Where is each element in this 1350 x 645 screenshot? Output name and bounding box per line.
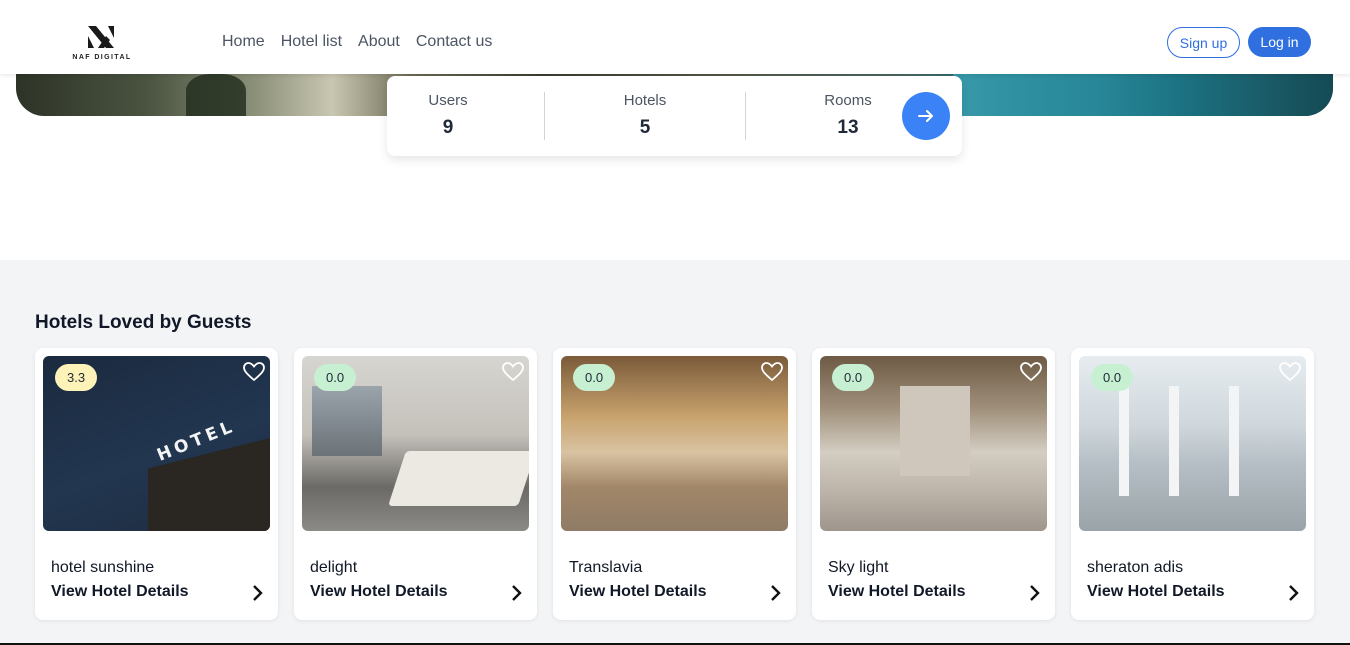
chevron-right-icon[interactable] [1027, 584, 1041, 602]
view-details-link[interactable]: View Hotel Details [1087, 583, 1225, 601]
logo-wordmark: NAF DIGITAL [72, 54, 132, 61]
nav-contact-us[interactable]: Contact us [416, 33, 492, 51]
hero-pool [953, 74, 1333, 116]
image-bed [388, 451, 529, 506]
stat-divider [544, 92, 545, 140]
hotel-name: Translavia [569, 559, 643, 576]
hotel-image[interactable]: 0.0 [302, 356, 529, 531]
heart-icon[interactable] [242, 360, 266, 384]
hero-tree [186, 74, 246, 116]
image-column [1119, 386, 1129, 496]
heart-icon[interactable] [760, 360, 784, 384]
rating-badge: 0.0 [832, 364, 875, 391]
nav-home[interactable]: Home [222, 33, 265, 51]
image-wall-panel [900, 386, 970, 476]
main-nav: Home Hotel list About Contact us [222, 33, 492, 51]
heart-icon[interactable] [1019, 360, 1043, 384]
brand-logo[interactable]: NAF DIGITAL [70, 22, 134, 62]
image-column [1169, 386, 1179, 496]
chevron-right-icon[interactable] [768, 584, 782, 602]
stat-users: Users 9 [419, 92, 477, 139]
hotel-name: Sky light [828, 559, 889, 576]
hotel-card[interactable]: HOTEL 3.3 hotel sunshine View Hotel Deta… [35, 348, 278, 620]
stat-hotels: Hotels 5 [615, 92, 675, 139]
stat-value: 9 [442, 117, 454, 138]
hotel-image[interactable]: 0.0 [1079, 356, 1306, 531]
rating-badge: 0.0 [1091, 364, 1134, 391]
chevron-right-icon[interactable] [1286, 584, 1300, 602]
rating-badge: 3.3 [55, 364, 98, 391]
logo-mark-icon [88, 26, 114, 48]
stat-value: 13 [837, 117, 859, 138]
hotel-card[interactable]: 0.0 Sky light View Hotel Details [812, 348, 1055, 620]
view-details-link[interactable]: View Hotel Details [828, 583, 966, 601]
rating-badge: 0.0 [573, 364, 616, 391]
stat-divider [745, 92, 746, 140]
chevron-right-icon[interactable] [250, 584, 264, 602]
chevron-right-icon[interactable] [509, 584, 523, 602]
stat-label: Users [428, 92, 468, 109]
hotel-card[interactable]: 0.0 sheraton adis View Hotel Details [1071, 348, 1314, 620]
heart-icon[interactable] [1278, 360, 1302, 384]
login-button[interactable]: Log in [1248, 27, 1311, 57]
image-column [1229, 386, 1239, 496]
hotel-name: hotel sunshine [51, 559, 155, 576]
top-navbar: NAF DIGITAL Home Hotel list About Contac… [0, 0, 1350, 74]
stat-rooms: Rooms 13 [817, 92, 879, 139]
stats-go-button[interactable] [902, 92, 950, 140]
stat-label: Hotels [623, 92, 667, 109]
hotel-image[interactable]: 0.0 [561, 356, 788, 531]
rating-badge: 0.0 [314, 364, 357, 391]
nav-about[interactable]: About [358, 33, 400, 51]
hotel-image[interactable]: HOTEL 3.3 [43, 356, 270, 531]
signup-button[interactable]: Sign up [1167, 27, 1240, 58]
hotel-name: delight [310, 559, 358, 576]
image-window [312, 386, 382, 456]
stats-card: Users 9 Hotels 5 Rooms 13 [387, 76, 962, 156]
hotel-image[interactable]: 0.0 [820, 356, 1047, 531]
arrow-right-icon [918, 110, 933, 122]
view-details-link[interactable]: View Hotel Details [569, 583, 707, 601]
view-details-link[interactable]: View Hotel Details [310, 583, 448, 601]
hotel-name: sheraton adis [1087, 559, 1184, 576]
nav-hotel-list[interactable]: Hotel list [281, 33, 342, 51]
heart-icon[interactable] [501, 360, 525, 384]
stat-value: 5 [639, 117, 651, 138]
section-title: Hotels Loved by Guests [35, 312, 252, 333]
hotel-card[interactable]: 0.0 delight View Hotel Details [294, 348, 537, 620]
view-details-link[interactable]: View Hotel Details [51, 583, 189, 601]
hotel-card[interactable]: 0.0 Translavia View Hotel Details [553, 348, 796, 620]
stat-label: Rooms [824, 92, 872, 109]
